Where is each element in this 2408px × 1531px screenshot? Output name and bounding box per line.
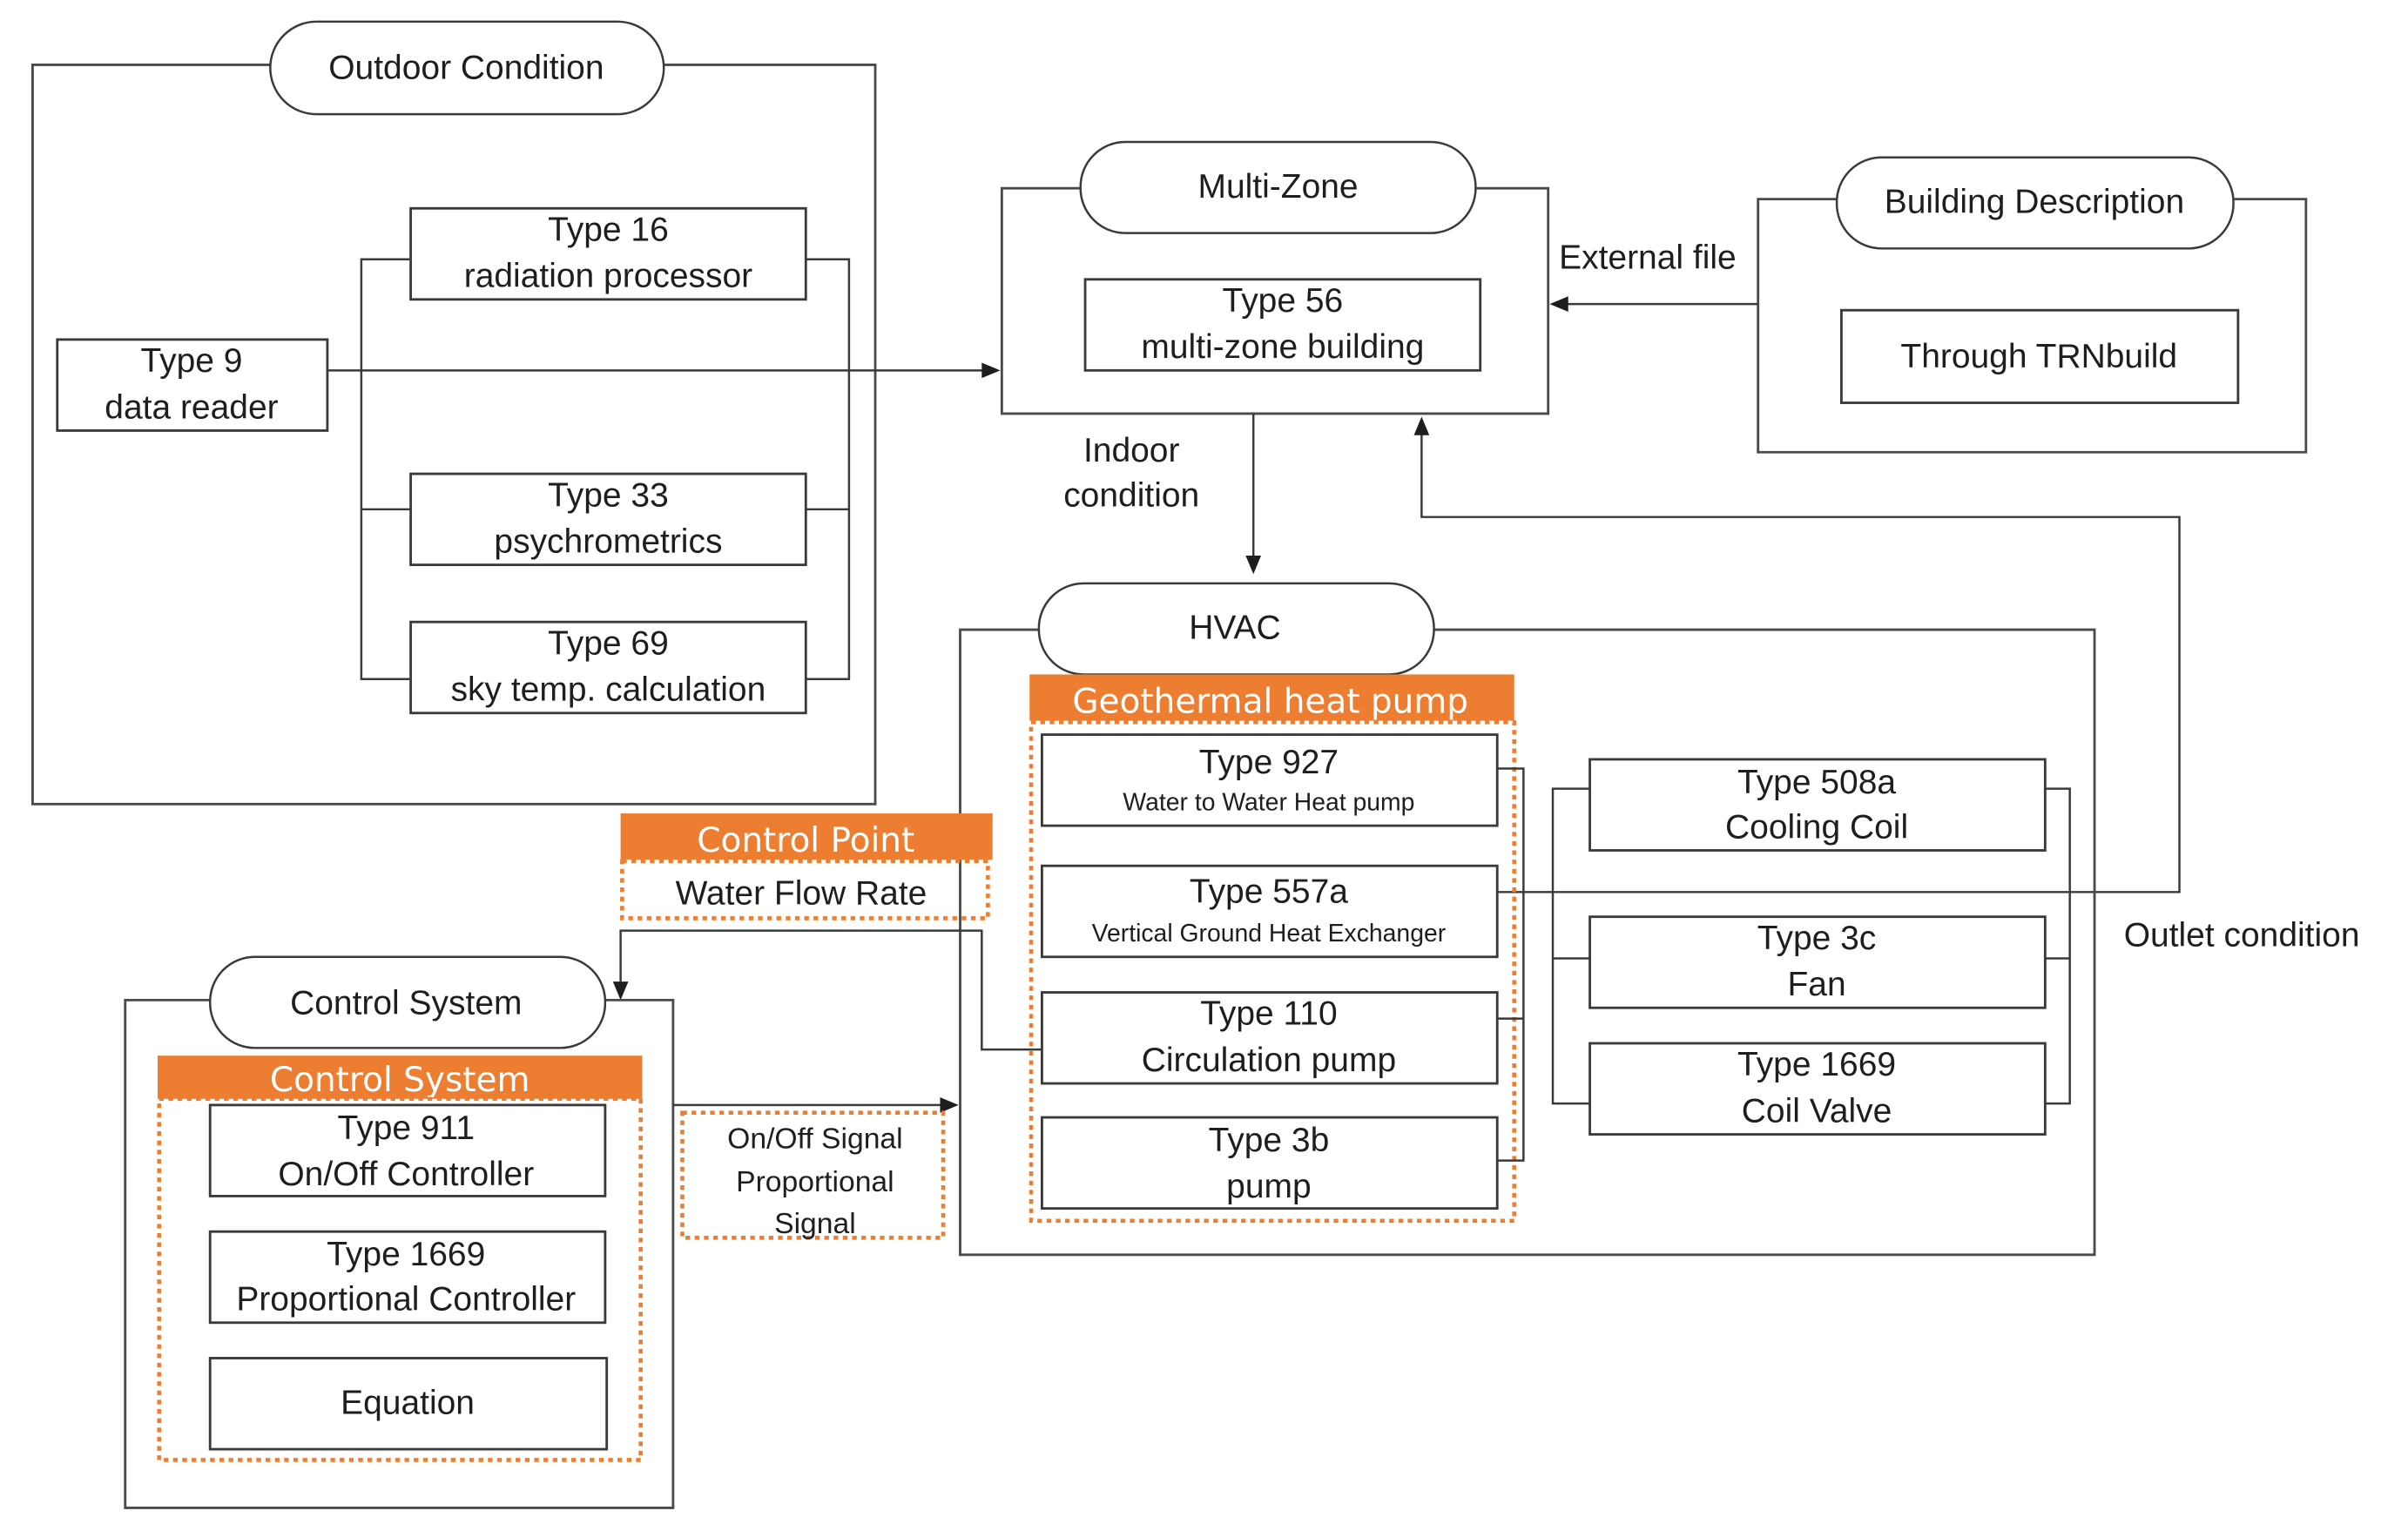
indoor-condition-label-2: condition	[1063, 476, 1199, 514]
equation-label: Equation	[341, 1384, 475, 1421]
type69-line2: sky temp. calculation	[451, 671, 766, 709]
control-point-band-label: Control Point	[697, 821, 914, 860]
type508a-line1: Type 508a	[1737, 764, 1896, 801]
type3b-line2: pump	[1226, 1168, 1311, 1205]
type56-line2: multi-zone building	[1141, 328, 1424, 366]
type56-line1: Type 56	[1223, 282, 1344, 320]
control-system-band-label: Control System	[270, 1061, 530, 1100]
signal-line1: On/Off Signal	[727, 1123, 902, 1156]
type9-line1: Type 9	[140, 342, 242, 380]
building-title: Building Description	[1885, 184, 2184, 221]
trnsys-system-diagram: Outdoor Condition Type 9 data reader Typ…	[30, 20, 2360, 1509]
outdoor-condition-group: Outdoor Condition Type 9 data reader Typ…	[30, 20, 877, 806]
outdoor-title: Outdoor Condition	[328, 49, 604, 86]
signal-line3: Signal	[774, 1208, 856, 1240]
type927-line2: Water to Water Heat pump	[1123, 788, 1414, 816]
type69-line1: Type 69	[548, 624, 669, 662]
type33-line2: psychrometrics	[494, 523, 722, 560]
type1669-coil-line2: Coil Valve	[1742, 1092, 1892, 1130]
building-description-group: Building Description Through TRNbuild	[1757, 156, 2308, 454]
type3b-line1: Type 3b	[1209, 1122, 1330, 1159]
type9-line2: data reader	[105, 388, 278, 426]
type16-line1: Type 16	[548, 211, 669, 248]
control-system-group: Control System Control System Type 911 O…	[124, 955, 675, 1509]
outdoor-right-bracket	[806, 258, 851, 680]
type110-line1: Type 110	[1200, 995, 1337, 1033]
indoor-condition-label-1: Indoor	[1083, 432, 1180, 469]
type33-line1: Type 33	[548, 476, 669, 514]
water-flow-rate-label: Water Flow Rate	[676, 874, 927, 912]
external-file-label: External file	[1559, 239, 1737, 276]
type911-line1: Type 911	[338, 1109, 475, 1147]
outdoor-left-bracket	[360, 258, 411, 680]
type557a-line1: Type 557a	[1190, 873, 1348, 911]
multizone-group: Multi-Zone Type 56 multi-zone building	[1000, 140, 1550, 415]
arrow-outlet-condition-icon	[1413, 416, 1430, 435]
type911-line2: On/Off Controller	[278, 1156, 534, 1193]
outlet-condition-label: Outlet condition	[2124, 916, 2360, 954]
type3c-line1: Type 3c	[1757, 920, 1876, 957]
geothermal-right-bracket	[1497, 767, 1525, 1162]
hvac-title: HVAC	[1189, 610, 1280, 647]
type508a-line2: Cooling Coil	[1725, 808, 1908, 846]
hvac-group: HVAC Geothermal heat pump Type 927 Water…	[959, 582, 2096, 1257]
type16-line2: radiation processor	[464, 258, 752, 295]
coil-left-bracket	[1551, 787, 1590, 1105]
arrow-into-control-icon	[612, 981, 629, 1001]
coil-right-bracket	[2045, 787, 2071, 1105]
type557a-line2: Vertical Ground Heat Exchanger	[1092, 920, 1447, 948]
arrow-into-multizone-icon	[981, 362, 1001, 379]
signal-line2: Proportional	[736, 1166, 894, 1198]
control-title: Control System	[290, 984, 522, 1022]
arrow-into-hvac-icon	[940, 1097, 959, 1113]
pump-to-control-connector	[619, 929, 1042, 1051]
arrow-external-file-icon	[1549, 296, 1568, 312]
type3c-line2: Fan	[1787, 966, 1845, 1003]
geothermal-band-label: Geothermal heat pump	[1072, 683, 1468, 722]
arrow-indoor-condition-icon	[1245, 555, 1262, 575]
type1669-controller-line2: Proportional Controller	[236, 1281, 576, 1319]
control-point-group: Control Point Water Flow Rate	[620, 813, 993, 921]
type1669-coil-line1: Type 1669	[1737, 1046, 1896, 1083]
trnbuild-label: Through TRNbuild	[1900, 338, 2177, 375]
multizone-title: Multi-Zone	[1198, 168, 1359, 206]
type1669-controller-line1: Type 1669	[327, 1236, 485, 1273]
type927-line1: Type 927	[1199, 744, 1339, 781]
type110-line2: Circulation pump	[1142, 1042, 1396, 1079]
